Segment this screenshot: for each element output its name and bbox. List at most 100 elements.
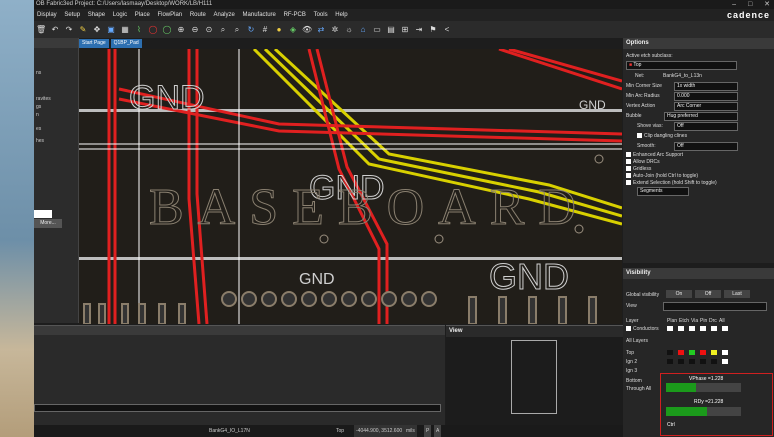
menu-flowplan[interactable]: FlowPlan xyxy=(157,12,182,18)
vis-toggle[interactable] xyxy=(711,359,717,364)
status-p-button[interactable]: P xyxy=(424,425,432,437)
vis-toggle[interactable] xyxy=(689,326,695,331)
menu-shape[interactable]: Shape xyxy=(88,12,105,18)
vis-toggle[interactable] xyxy=(667,350,673,355)
color-icon[interactable]: ● xyxy=(274,25,284,35)
back-icon[interactable]: < xyxy=(442,25,452,35)
top-row: Top xyxy=(626,350,635,356)
zoom-window-icon[interactable]: ⌕ xyxy=(218,25,228,35)
vis-toggle[interactable] xyxy=(700,326,706,331)
menu-analyze[interactable]: Analyze xyxy=(214,12,235,18)
settings-icon[interactable]: ✲ xyxy=(330,25,340,35)
tree-icon[interactable]: ⊞ xyxy=(400,25,410,35)
silk-label: GND xyxy=(129,79,205,117)
vis-toggle[interactable] xyxy=(678,350,684,355)
minimize-button[interactable]: – xyxy=(732,1,736,8)
options-title: Options xyxy=(623,38,774,49)
vis-toggle[interactable] xyxy=(700,350,706,355)
grid-icon[interactable]: ▦ xyxy=(120,25,130,35)
visibility-on-button[interactable]: On xyxy=(666,290,692,298)
status-units: mils xyxy=(404,425,417,437)
redo-icon[interactable]: ↷ xyxy=(64,25,74,35)
menu-bar: Display Setup Shape Logic Place FlowPlan… xyxy=(34,9,774,21)
menu-place[interactable]: Place xyxy=(135,12,150,18)
vis-toggle[interactable] xyxy=(678,326,684,331)
maximize-button[interactable]: □ xyxy=(748,1,752,8)
close-button[interactable]: ✕ xyxy=(764,1,770,8)
menu-rf-pcb[interactable]: RF-PCB xyxy=(284,12,306,18)
grid-toggle-icon[interactable]: # xyxy=(260,25,270,35)
pcb-canvas[interactable]: GND GND GND GND GND BASEBOARD xyxy=(79,49,622,324)
vertex-action-dropdown[interactable]: Arc Corner xyxy=(674,102,738,111)
menu-logic[interactable]: Logic xyxy=(113,12,127,18)
vis-toggle[interactable] xyxy=(722,359,728,364)
document-tabs: Start Page Q1BP_Pad xyxy=(79,39,142,48)
menu-display[interactable]: Display xyxy=(37,12,57,18)
circle-icon[interactable]: ◯ xyxy=(162,25,172,35)
export-icon[interactable]: ⇥ xyxy=(414,25,424,35)
slide-icon[interactable]: ⇄ xyxy=(316,25,326,35)
active-subclass-dropdown[interactable]: ■ Top xyxy=(626,61,737,70)
zoom-fit-icon[interactable]: ⊙ xyxy=(204,25,214,35)
allow-drcs-checkbox[interactable]: Allow DRCs xyxy=(626,159,660,165)
gridless-checkbox[interactable]: Gridless xyxy=(626,166,651,172)
vis-toggle[interactable] xyxy=(667,359,673,364)
extend-selection-checkbox[interactable]: Extend Selection (hold Shift to toggle) xyxy=(626,180,717,186)
smooth-label: Smooth: xyxy=(637,143,656,149)
layers-icon[interactable]: ◈ xyxy=(288,25,298,35)
menu-help[interactable]: Help xyxy=(335,12,347,18)
segments-dropdown[interactable]: Segments xyxy=(637,187,689,196)
zoom-prev-icon[interactable]: ⌕ xyxy=(232,25,242,35)
visibility-off-button[interactable]: Off xyxy=(695,290,721,298)
chart-icon[interactable]: ▤ xyxy=(386,25,396,35)
delete-icon[interactable]: 🗑 xyxy=(36,25,46,35)
menu-tools[interactable]: Tools xyxy=(314,12,328,18)
route-icon[interactable]: ⌇ xyxy=(134,25,144,35)
move-icon[interactable]: ✥ xyxy=(92,25,102,35)
vis-toggle[interactable] xyxy=(689,359,695,364)
status-a-button[interactable]: A xyxy=(434,425,442,437)
bubble-dropdown[interactable]: Hug preferred xyxy=(664,112,738,121)
vis-toggle[interactable] xyxy=(722,326,728,331)
left-pane-dropdown[interactable] xyxy=(34,210,52,218)
min-corner-size-dropdown[interactable]: 1x width xyxy=(674,82,738,91)
vis-toggle[interactable] xyxy=(689,350,695,355)
menu-manufacture[interactable]: Manufacture xyxy=(243,12,276,18)
enhanced-arc-checkbox[interactable]: Enhanced Arc Support xyxy=(626,152,683,158)
tab-design[interactable]: Q1BP_Pad xyxy=(110,39,142,48)
shove-vias-dropdown[interactable]: Off xyxy=(674,122,738,131)
vis-toggle[interactable] xyxy=(667,326,673,331)
menu-route[interactable]: Route xyxy=(190,12,206,18)
left-pane-label: gs xyxy=(36,104,42,110)
pin-icon[interactable]: ✎ xyxy=(78,25,88,35)
auto-join-checkbox[interactable]: Auto-Join (hold Ctrl to toggle) xyxy=(626,173,698,179)
flag-icon[interactable]: ⚑ xyxy=(428,25,438,35)
view-board-outline[interactable] xyxy=(511,340,557,414)
clip-dangling-checkbox[interactable]: Clip dangling clines xyxy=(637,133,687,139)
smooth-dropdown[interactable]: Off xyxy=(674,142,738,151)
zoom-in-icon[interactable]: ⊕ xyxy=(176,25,186,35)
window-icon[interactable]: ▭ xyxy=(372,25,382,35)
view-dropdown[interactable] xyxy=(663,302,767,311)
undo-icon[interactable]: ↶ xyxy=(50,25,60,35)
vis-toggle[interactable] xyxy=(722,350,728,355)
vis-toggle[interactable] xyxy=(700,359,706,364)
min-arc-radius-dropdown[interactable]: 0.000 xyxy=(674,92,738,101)
more-button[interactable]: More... xyxy=(34,219,62,228)
command-input[interactable] xyxy=(34,404,441,412)
vis-toggle[interactable] xyxy=(711,326,717,331)
view-icon[interactable]: 👁 xyxy=(302,25,312,35)
active-subclass-label: Active etch subclass: xyxy=(626,53,673,59)
zoom-out-icon[interactable]: ⊖ xyxy=(190,25,200,35)
vis-toggle[interactable] xyxy=(678,359,684,364)
view-panel-title: View xyxy=(446,326,623,337)
menu-setup[interactable]: Setup xyxy=(64,12,80,18)
stop-icon[interactable]: ◯ xyxy=(148,25,158,35)
refresh-icon[interactable]: ↻ xyxy=(246,25,256,35)
select-icon[interactable]: ▣ xyxy=(106,25,116,35)
vis-toggle[interactable] xyxy=(711,350,717,355)
home-icon[interactable]: ⌂ xyxy=(358,25,368,35)
sun-icon[interactable]: ☼ xyxy=(344,25,354,35)
tab-start-page[interactable]: Start Page xyxy=(79,39,109,48)
visibility-last-button[interactable]: Last xyxy=(724,290,750,298)
